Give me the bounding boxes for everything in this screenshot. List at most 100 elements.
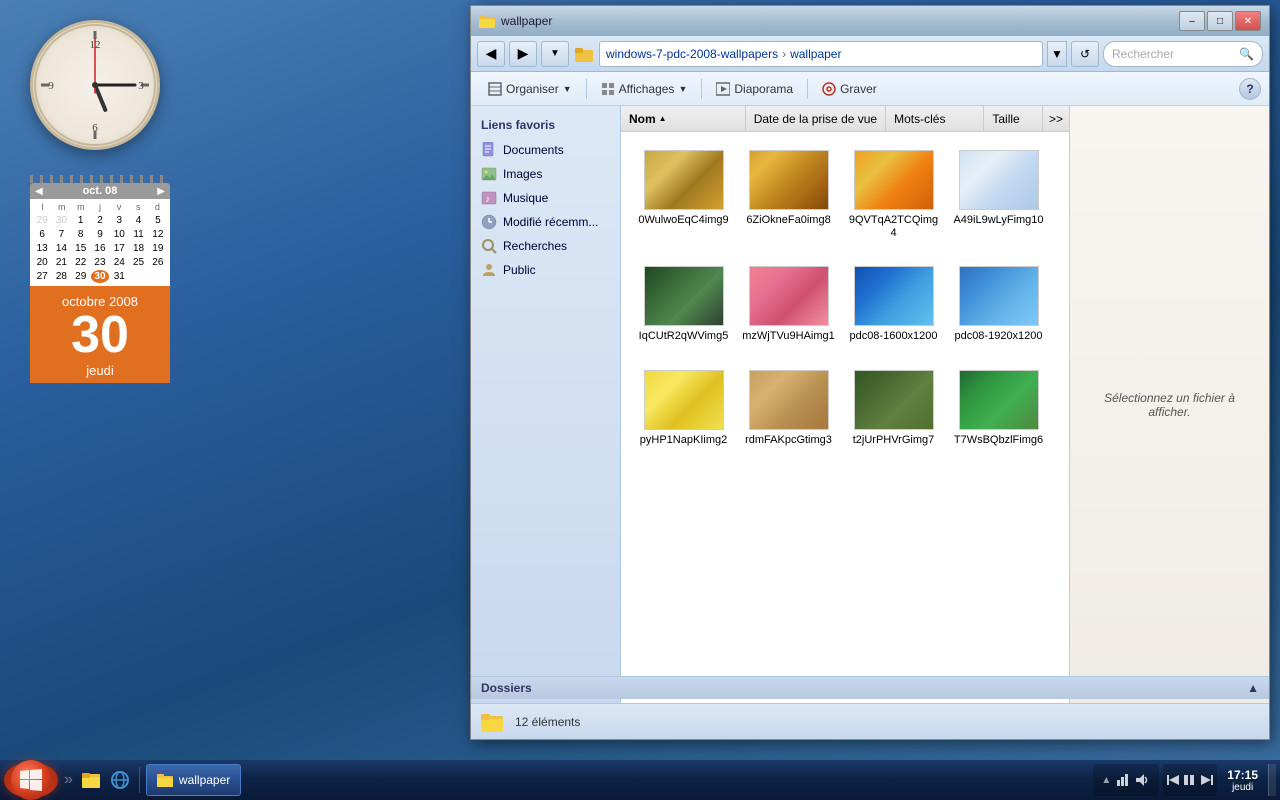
file-item[interactable]: 6ZiOkneFa0img8 — [736, 142, 841, 248]
sidebar-item-public[interactable]: Public — [471, 258, 620, 282]
tray-network-icon[interactable] — [1115, 772, 1131, 788]
status-count: 12 éléments — [515, 715, 580, 729]
file-name: A49iL9wLyFimg10 — [953, 214, 1043, 227]
cal-day[interactable]: 17 — [110, 242, 128, 255]
cal-day[interactable]: 8 — [72, 228, 90, 241]
show-desktop-button[interactable] — [1268, 764, 1276, 796]
sidebar-item-images[interactable]: Images — [471, 162, 620, 186]
file-item[interactable]: 0WulwoEqC4img9 — [631, 142, 736, 248]
search-bar[interactable]: Rechercher 🔍 — [1103, 41, 1263, 67]
cal-day[interactable]: 20 — [33, 256, 51, 269]
col-header-mots-cles[interactable]: Mots-clés — [886, 106, 984, 131]
file-thumbnail — [854, 150, 934, 210]
tray-expand-icon[interactable]: ▲ — [1101, 775, 1111, 786]
taskbar-folder-icon — [157, 772, 173, 788]
address-bar[interactable]: windows-7-pdc-2008-wallpapers › wallpape… — [599, 41, 1043, 67]
cal-day[interactable]: 12 — [149, 228, 167, 241]
cal-day[interactable]: 18 — [129, 242, 147, 255]
cal-day[interactable]: 6 — [33, 228, 51, 241]
cal-day[interactable]: 23 — [91, 256, 109, 269]
media-play-pause-icon[interactable] — [1183, 773, 1197, 787]
cal-day[interactable]: 2 — [91, 214, 109, 227]
start-button[interactable] — [4, 762, 58, 798]
status-bar: 12 éléments — [471, 703, 1269, 739]
cal-day[interactable]: 3 — [110, 214, 128, 227]
file-item[interactable]: pdc08-1600x1200 — [841, 258, 946, 351]
cal-day[interactable]: 29 — [33, 214, 51, 227]
file-item[interactable]: A49iL9wLyFimg10 — [946, 142, 1051, 248]
cal-day[interactable]: 1 — [72, 214, 90, 227]
file-thumbnail — [749, 266, 829, 326]
col-more-button[interactable]: >> — [1043, 112, 1069, 126]
ql-explorer-button[interactable] — [78, 767, 104, 793]
file-item[interactable]: T7WsBQbzlFimg6 — [946, 362, 1051, 455]
file-item[interactable]: IqCUtR2qWVimg5 — [631, 258, 736, 351]
cal-day[interactable]: 5 — [149, 214, 167, 227]
addr-part-1[interactable]: windows-7-pdc-2008-wallpapers — [606, 47, 778, 61]
cal-day[interactable]: 25 — [129, 256, 147, 269]
file-item[interactable]: 9QVTqA2TCQimg4 — [841, 142, 946, 248]
cal-day[interactable]: 19 — [149, 242, 167, 255]
maximize-button[interactable]: □ — [1207, 11, 1233, 31]
cal-day[interactable]: 24 — [110, 256, 128, 269]
organiser-icon — [488, 82, 502, 96]
cal-day[interactable]: 21 — [52, 256, 70, 269]
back-button[interactable]: ◀ — [477, 41, 505, 67]
search-icon[interactable]: 🔍 — [1239, 47, 1254, 61]
media-prev-icon[interactable] — [1167, 773, 1181, 787]
svg-text:3: 3 — [138, 80, 144, 92]
file-name: pdc08-1920x1200 — [954, 330, 1042, 343]
file-item[interactable]: mzWjTVu9HAimg1 — [736, 258, 841, 351]
diaporama-button[interactable]: Diaporama — [707, 76, 802, 102]
media-next-icon[interactable] — [1199, 773, 1213, 787]
sidebar-item-recent[interactable]: Modifié récemm... — [471, 210, 620, 234]
cal-prev-btn[interactable]: ◀ — [35, 186, 43, 197]
taskbar-clock[interactable]: 17:15 jeudi — [1221, 768, 1264, 793]
graver-button[interactable]: Graver — [813, 76, 886, 102]
organiser-button[interactable]: Organiser ▼ — [479, 76, 581, 102]
affichages-icon — [601, 82, 615, 96]
cal-day[interactable]: 26 — [149, 256, 167, 269]
cal-next-btn[interactable]: ▶ — [157, 186, 165, 197]
minimize-button[interactable]: – — [1179, 11, 1205, 31]
sidebar-item-recherches[interactable]: Recherches — [471, 234, 620, 258]
col-header-date[interactable]: Date de la prise de vue — [746, 106, 886, 131]
cal-day[interactable]: 28 — [52, 270, 70, 283]
refresh-button[interactable]: ↺ — [1071, 41, 1099, 67]
tray-volume-icon[interactable] — [1135, 772, 1151, 788]
ql-ie-button[interactable] — [107, 767, 133, 793]
cal-day[interactable]: 29 — [72, 270, 90, 283]
address-dropdown-button[interactable]: ▼ — [1047, 41, 1067, 67]
sidebar-item-documents[interactable]: Documents — [471, 138, 620, 162]
cal-day[interactable]: 4 — [129, 214, 147, 227]
cal-day[interactable]: 30 — [52, 214, 70, 227]
cal-day[interactable]: 9 — [91, 228, 109, 241]
dossiers-header[interactable]: Dossiers ▲ — [471, 677, 621, 699]
file-item[interactable]: pyHP1NapKIimg2 — [631, 362, 736, 455]
help-button[interactable]: ? — [1239, 78, 1261, 100]
cal-day[interactable]: 7 — [52, 228, 70, 241]
cal-day-today[interactable]: 30 — [91, 270, 109, 283]
cal-day[interactable]: 15 — [72, 242, 90, 255]
addr-part-2[interactable]: wallpaper — [790, 47, 841, 61]
col-header-nom[interactable]: Nom ▲ — [621, 106, 746, 131]
cal-day[interactable]: 27 — [33, 270, 51, 283]
cal-day[interactable]: 31 — [110, 270, 128, 283]
cal-day[interactable]: 16 — [91, 242, 109, 255]
file-item[interactable]: t2jUrPHVrGimg7 — [841, 362, 946, 455]
file-item[interactable]: rdmFAKpcGtimg3 — [736, 362, 841, 455]
cal-day[interactable]: 22 — [72, 256, 90, 269]
taskbar-window-item[interactable]: wallpaper — [146, 764, 241, 796]
forward-button[interactable]: ▶ — [509, 41, 537, 67]
close-button[interactable]: ✕ — [1235, 11, 1261, 31]
sidebar-item-musique[interactable]: ♪ Musique — [471, 186, 620, 210]
cal-day[interactable]: 10 — [110, 228, 128, 241]
cal-day[interactable]: 11 — [129, 228, 147, 241]
col-header-taille[interactable]: Taille — [984, 106, 1043, 131]
affichages-button[interactable]: Affichages ▼ — [592, 76, 697, 102]
cal-day[interactable]: 13 — [33, 242, 51, 255]
nav-dropdown-button[interactable]: ▼ — [541, 41, 569, 67]
file-item[interactable]: pdc08-1920x1200 — [946, 258, 1051, 351]
cal-day[interactable]: 14 — [52, 242, 70, 255]
taskbar-right: ▲ — [1093, 764, 1276, 796]
